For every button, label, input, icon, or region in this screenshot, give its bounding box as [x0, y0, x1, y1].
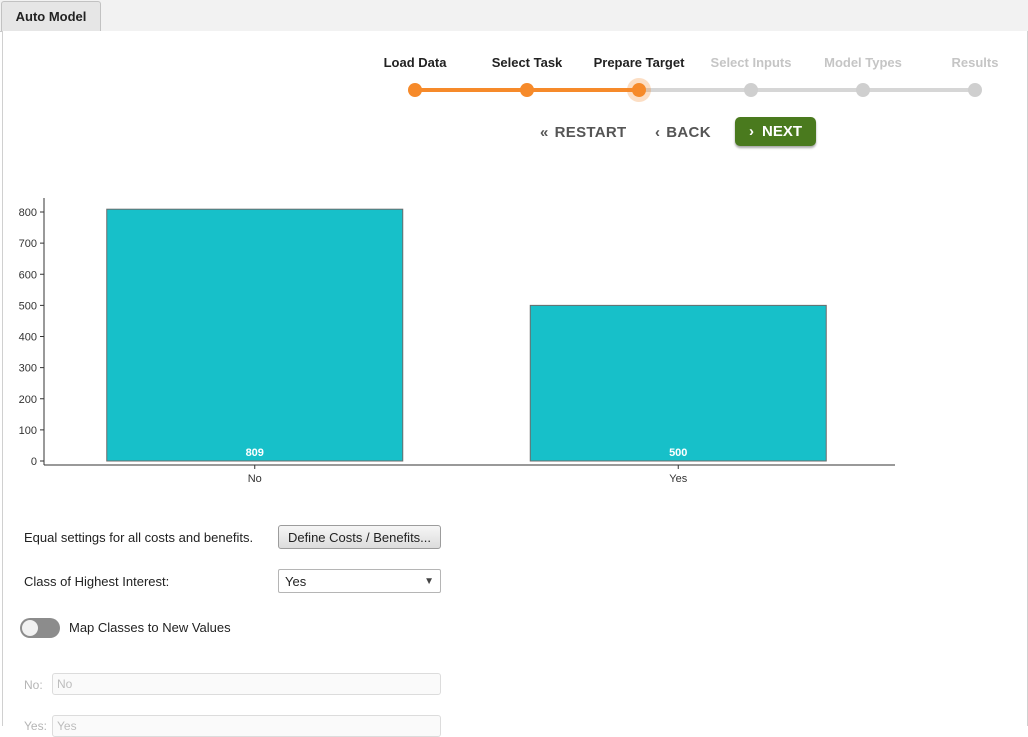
y-tick-label: 500	[19, 300, 37, 312]
y-tick-label: 600	[19, 269, 37, 281]
y-tick-label: 700	[19, 238, 37, 250]
interest-class-value: Yes	[285, 573, 307, 589]
target-distribution-chart: 0 100 200 300 400 500 600 700 800 809 No 500 Yes	[19, 198, 895, 485]
bar-value-label: 500	[669, 447, 687, 459]
bar-yes	[529, 304, 827, 462]
step-label-model-types: Model Types	[824, 55, 902, 70]
chevron-left-icon: ‹	[655, 123, 661, 141]
step-dot-results	[968, 83, 982, 97]
step-label-select-task[interactable]: Select Task	[492, 55, 563, 70]
back-label: BACK	[666, 123, 711, 141]
x-tick-label: No	[248, 473, 262, 485]
mapping-label-no: No:	[24, 678, 43, 692]
y-tick-label: 800	[19, 207, 37, 219]
y-tick-label: 100	[19, 425, 37, 437]
tab-auto-model[interactable]: Auto Model	[1, 1, 101, 31]
step-label-results: Results	[951, 55, 999, 70]
tab-bar: Auto Model	[0, 0, 1028, 32]
step-dot-load-data[interactable]	[408, 83, 422, 97]
mapping-label-yes: Yes:	[24, 719, 47, 733]
bar-no	[106, 208, 404, 462]
x-tick-label: Yes	[669, 473, 687, 485]
restart-button[interactable]: « RESTART	[540, 121, 626, 143]
bar-value-label: 809	[246, 447, 264, 459]
step-dot-select-task[interactable]	[520, 83, 534, 97]
step-dot-select-inputs	[744, 83, 758, 97]
next-label: NEXT	[761, 123, 802, 140]
step-label-select-inputs: Select Inputs	[710, 55, 792, 70]
map-classes-toggle[interactable]	[20, 618, 60, 638]
y-tick-label: 200	[19, 394, 37, 406]
chevron-right-icon: ›	[748, 123, 754, 140]
dropdown-arrow-icon: ▼	[424, 576, 434, 587]
back-button[interactable]: ‹ BACK	[655, 121, 711, 143]
map-classes-label: Map Classes to New Values	[69, 620, 231, 635]
y-tick-label: 400	[19, 332, 37, 344]
toggle-knob	[22, 620, 38, 636]
double-chevron-left-icon: «	[540, 123, 549, 141]
next-button[interactable]: › NEXT	[735, 117, 816, 146]
step-label-prepare-target[interactable]: Prepare Target	[594, 55, 685, 70]
mapping-field-yes[interactable]: Yes	[52, 715, 441, 737]
interest-class-select[interactable]: Yes ▼	[278, 569, 441, 593]
progress-track-remaining	[638, 88, 975, 92]
y-tick-label: 300	[19, 363, 37, 375]
y-tick-label: 0	[31, 456, 37, 468]
costs-summary-text: Equal settings for all costs and benefit…	[24, 530, 254, 545]
step-dot-model-types	[856, 83, 870, 97]
interest-class-label: Class of Highest Interest:	[24, 574, 170, 589]
define-costs-button[interactable]: Define Costs / Benefits...	[278, 525, 441, 549]
mapping-field-no[interactable]: No	[52, 673, 441, 695]
step-dot-prepare-target[interactable]	[632, 83, 646, 97]
step-label-load-data[interactable]: Load Data	[384, 55, 447, 70]
restart-label: RESTART	[554, 123, 627, 141]
